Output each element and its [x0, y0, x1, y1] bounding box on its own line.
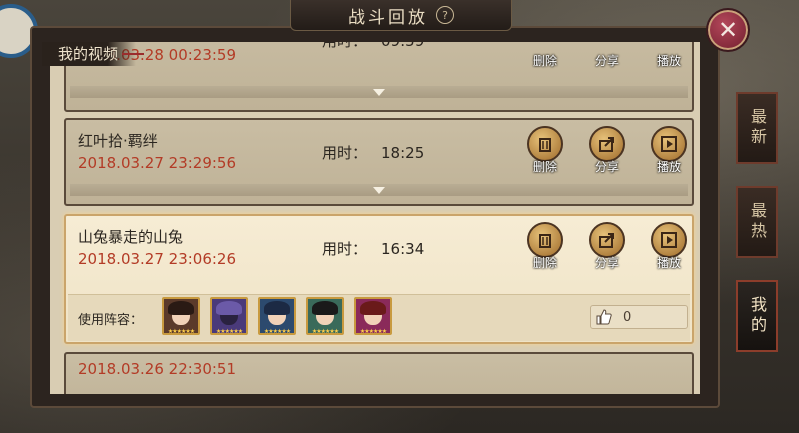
tab-latest[interactable]: 最新: [736, 92, 778, 164]
title-bar: 战斗回放 ?: [290, 0, 512, 31]
play-icon: [651, 126, 687, 162]
like-button[interactable]: 0: [590, 305, 688, 329]
replay-list[interactable]: 2018.03.28 00:23:59 用时：09:59 删除 分享 播放 红叶…: [50, 42, 700, 394]
thumbs-up-icon: [596, 309, 612, 325]
character-avatar-4[interactable]: [306, 297, 344, 335]
help-icon[interactable]: ?: [436, 6, 454, 24]
tab-hottest[interactable]: 最热: [736, 186, 778, 258]
replay-list-area: 2018.03.28 00:23:59 用时：09:59 删除 分享 播放 红叶…: [50, 42, 700, 394]
close-button[interactable]: ✕: [706, 8, 750, 52]
play-icon: [651, 222, 687, 258]
share-button[interactable]: 分享: [586, 126, 628, 175]
tab-mine[interactable]: 我的: [736, 280, 778, 352]
list-item-selected[interactable]: 山兔暴走的山兔 2018.03.27 23:06:26 用时： 16:34 删除 …: [64, 214, 694, 344]
section-tag: 我的视频: [42, 42, 145, 66]
replay-duration: 用时：09:59: [322, 42, 424, 51]
replay-duration: 用时： 18:25: [322, 144, 425, 162]
lineup-label: 使用阵容：: [78, 313, 144, 328]
delete-button[interactable]: 删除: [524, 222, 566, 271]
chevron-down-icon[interactable]: [373, 187, 385, 194]
replay-duration: 用时： 16:34: [322, 240, 425, 258]
side-tabs: 最新 最热 我的: [736, 92, 778, 352]
replay-actions: 删除 分享 播放: [524, 222, 690, 271]
replay-date: 2018.03.26 22:30:51: [78, 360, 237, 378]
page-title: 战斗回放: [348, 7, 428, 28]
share-icon: [589, 222, 625, 258]
like-count: 0: [623, 309, 632, 325]
chevron-down-icon[interactable]: [373, 89, 385, 96]
replay-actions: 删除 分享 播放: [524, 126, 690, 175]
replay-title: 红叶拾·羁绊: [78, 132, 158, 150]
play-button[interactable]: 播放: [648, 126, 690, 175]
delete-button[interactable]: 删除: [524, 42, 566, 69]
delete-button[interactable]: 删除: [524, 126, 566, 175]
lineup-avatars: [162, 297, 392, 335]
replay-date: 2018.03.27 23:29:56: [78, 154, 237, 172]
replay-date: 2018.03.27 23:06:26: [78, 250, 237, 268]
share-icon: [589, 126, 625, 162]
share-button[interactable]: 分享: [586, 222, 628, 271]
trash-icon: [527, 126, 563, 162]
character-avatar-1[interactable]: [162, 297, 200, 335]
list-item[interactable]: 2018.03.26 22:30:51: [64, 352, 694, 394]
replay-panel: 2018.03.28 00:23:59 用时：09:59 删除 分享 播放 红叶…: [30, 26, 720, 408]
replay-title: 山兔暴走的山兔: [78, 228, 184, 246]
trash-icon: [527, 222, 563, 258]
character-avatar-2[interactable]: [210, 297, 248, 335]
play-button[interactable]: 播放: [648, 222, 690, 271]
lineup-row: 使用阵容： 0: [68, 294, 690, 341]
replay-actions: 删除 分享 播放: [524, 42, 690, 69]
character-avatar-3[interactable]: [258, 297, 296, 335]
character-avatar-5[interactable]: [354, 297, 392, 335]
list-item[interactable]: 红叶拾·羁绊 2018.03.27 23:29:56 用时： 18:25 删除 分…: [64, 118, 694, 206]
share-button[interactable]: 分享: [586, 42, 628, 69]
play-button[interactable]: 播放: [648, 42, 690, 69]
list-item[interactable]: 2018.03.28 00:23:59 用时：09:59 删除 分享 播放: [64, 42, 694, 112]
